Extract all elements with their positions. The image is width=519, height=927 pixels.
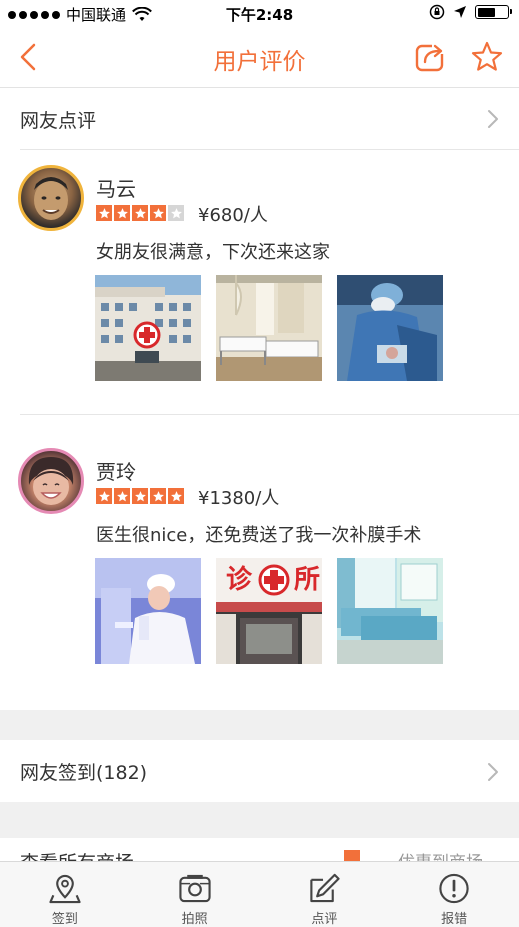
- price-per-person: ¥680/人: [198, 205, 268, 226]
- svg-text:所: 所: [294, 565, 320, 595]
- price-per-person: ¥1380/人: [198, 488, 280, 509]
- tab-label: 拍照: [181, 912, 208, 927]
- more-section-hint: 优惠到商场: [398, 848, 483, 861]
- review-photo-clinic-sign[interactable]: 诊 所: [216, 558, 322, 664]
- star-filled-icon: [150, 488, 166, 504]
- reviews-section-header[interactable]: 网友点评: [0, 89, 519, 149]
- share-icon[interactable]: [414, 40, 448, 74]
- review-photo-hospital-room[interactable]: [337, 558, 443, 664]
- svg-text:诊: 诊: [226, 564, 253, 595]
- battery-icon: [475, 5, 512, 19]
- tab-photo[interactable]: 拍照: [130, 862, 260, 927]
- favorite-star-icon[interactable]: [470, 40, 504, 74]
- chevron-right-icon: [488, 763, 498, 781]
- section-spacer: [0, 710, 519, 740]
- star-empty-icon: [168, 205, 184, 221]
- review-card: 马云 ¥680/人 女朋友很满意，下次还来这家: [0, 165, 519, 405]
- star-filled-icon: [132, 488, 148, 504]
- review-photo-hospital-building[interactable]: [95, 275, 201, 381]
- more-section-row[interactable]: 查看所有商场 优惠到商场: [0, 838, 519, 861]
- edit-icon: [310, 873, 341, 903]
- reviews-section-title: 网友点评: [20, 109, 97, 132]
- divider: [20, 149, 519, 150]
- power-alert-icon: [439, 873, 469, 904]
- avatar[interactable]: [18, 448, 84, 514]
- star-rating: [96, 205, 184, 221]
- tab-label: 点评: [311, 912, 338, 927]
- star-filled-icon: [114, 488, 130, 504]
- tab-review[interactable]: 点评: [260, 862, 390, 927]
- chevron-right-icon: [488, 110, 498, 128]
- star-filled-icon: [168, 488, 184, 504]
- status-bar: 中国联通 下午2:48: [0, 0, 519, 28]
- tab-checkin[interactable]: 签到: [0, 862, 130, 927]
- orientation-lock-icon: [429, 4, 445, 20]
- tab-label: 报错: [441, 912, 468, 927]
- divider: [20, 414, 519, 415]
- nav-bar: 用户评价: [0, 28, 519, 88]
- reviewer-name[interactable]: 马云: [96, 173, 136, 202]
- location-pin-icon: [49, 874, 81, 904]
- more-section-title: 查看所有商场: [20, 848, 134, 861]
- review-photo-surgery[interactable]: [337, 275, 443, 381]
- star-rating: [96, 488, 184, 504]
- review-card: 贾玲 ¥1380/人 医生很nice，还免费送了我一次补膜手术 诊 所: [0, 448, 519, 688]
- tab-label: 签到: [51, 912, 78, 927]
- tag-badge-icon: [344, 850, 360, 861]
- review-photo-ward-beds[interactable]: [216, 275, 322, 381]
- star-filled-icon: [114, 205, 130, 221]
- star-filled-icon: [132, 205, 148, 221]
- avatar[interactable]: [18, 165, 84, 231]
- star-filled-icon: [96, 488, 112, 504]
- tab-report-error[interactable]: 报错: [389, 862, 519, 927]
- review-comment: 医生很nice，还免费送了我一次补膜手术: [96, 525, 422, 546]
- review-comment: 女朋友很满意，下次还来这家: [96, 242, 330, 263]
- section-spacer: [0, 802, 519, 838]
- camera-icon: [178, 874, 211, 903]
- location-arrow-icon: [454, 6, 466, 18]
- checkin-section-title: 网友签到(182): [20, 762, 148, 784]
- status-right: [429, 4, 512, 20]
- star-filled-icon: [96, 205, 112, 221]
- star-filled-icon: [150, 205, 166, 221]
- bottom-toolbar: 签到 拍照 点评 报错: [0, 861, 519, 927]
- checkin-section-header[interactable]: 网友签到(182): [0, 741, 519, 802]
- reviewer-name[interactable]: 贾玲: [96, 456, 136, 485]
- review-photo-nurse[interactable]: [95, 558, 201, 664]
